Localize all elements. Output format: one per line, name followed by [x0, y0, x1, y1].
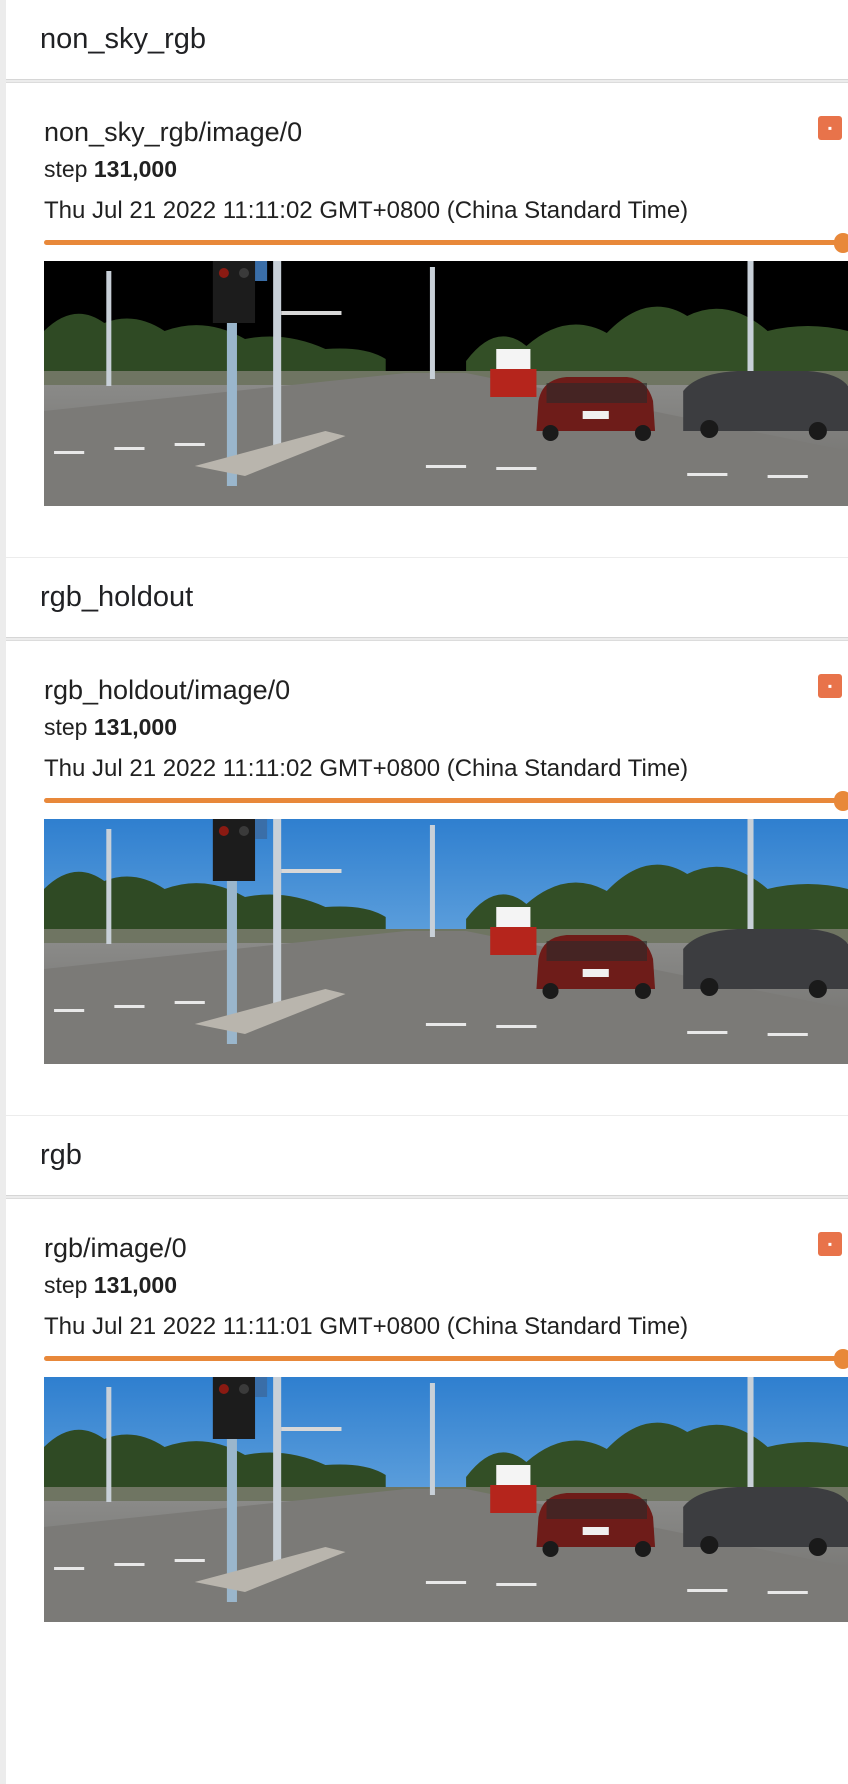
section-rgb: rgb rgb/image/0 step 131,000 Thu Jul 21 …	[6, 1116, 848, 1784]
step-value: 131,000	[93, 714, 178, 740]
step-text: step 131,000	[44, 1272, 178, 1298]
street-scene-image	[44, 261, 848, 506]
street-scene-image	[44, 1377, 848, 1622]
image-frame	[44, 261, 848, 506]
slider-track	[44, 1356, 848, 1361]
card-title: rgb_holdout/image/0	[44, 675, 291, 705]
slider-thumb[interactable]	[834, 233, 848, 253]
section-header[interactable]: rgb	[6, 1116, 848, 1196]
image-card: non_sky_rgb/image/0 step 131,000 Thu Jul…	[6, 82, 848, 557]
step-text: step 131,000	[44, 714, 178, 740]
section-header[interactable]: rgb_holdout	[6, 558, 848, 638]
expand-button[interactable]: ▪	[818, 1232, 842, 1256]
timestamp: Thu Jul 21 2022 11:11:01 GMT+0800 (China…	[44, 1313, 689, 1340]
section-title: rgb	[40, 1139, 82, 1171]
section-header[interactable]: non_sky_rgb	[6, 0, 848, 80]
image-card: rgb_holdout/image/0 step 131,000 Thu Jul…	[6, 640, 848, 1115]
card-title: rgb/image/0	[44, 1233, 187, 1263]
slider-thumb[interactable]	[834, 1349, 848, 1369]
timestamp: Thu Jul 21 2022 11:11:02 GMT+0800 (China…	[44, 197, 689, 224]
step-slider[interactable]	[44, 233, 848, 253]
slider-track	[44, 240, 848, 245]
expand-button[interactable]: ▪	[818, 116, 842, 140]
image-frame	[44, 819, 848, 1064]
timestamp: Thu Jul 21 2022 11:11:02 GMT+0800 (China…	[44, 755, 689, 782]
step-value: 131,000	[93, 1272, 178, 1298]
image-card: rgb/image/0 step 131,000 Thu Jul 21 2022…	[6, 1198, 848, 1784]
street-scene-image	[44, 819, 848, 1064]
expand-icon: ▪	[827, 1237, 833, 1251]
step-value: 131,000	[93, 156, 178, 182]
expand-icon: ▪	[827, 679, 833, 693]
expand-icon: ▪	[827, 121, 833, 135]
section-non-sky-rgb: non_sky_rgb non_sky_rgb/image/0 step 131…	[6, 0, 848, 557]
step-text: step 131,000	[44, 156, 178, 182]
section-rgb-holdout: rgb_holdout rgb_holdout/image/0 step 131…	[6, 558, 848, 1115]
image-frame	[44, 1377, 848, 1622]
expand-button[interactable]: ▪	[818, 674, 842, 698]
step-slider[interactable]	[44, 791, 848, 811]
step-slider[interactable]	[44, 1349, 848, 1369]
card-title: non_sky_rgb/image/0	[44, 117, 303, 147]
section-title: non_sky_rgb	[40, 23, 207, 55]
slider-track	[44, 798, 848, 803]
section-title: rgb_holdout	[40, 581, 194, 613]
slider-thumb[interactable]	[834, 791, 848, 811]
